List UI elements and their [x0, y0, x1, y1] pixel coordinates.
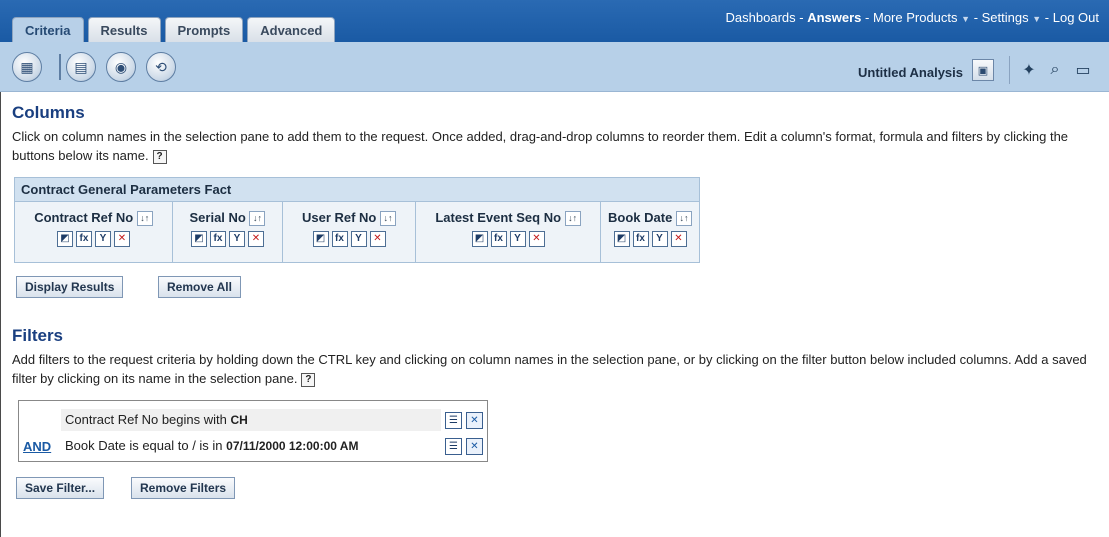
- formula-icon[interactable]: fx: [632, 231, 649, 248]
- column-cell[interactable]: Book Date ↓↑ ◩ fx Y ✕: [601, 202, 699, 262]
- help-icon[interactable]: ?: [152, 149, 167, 164]
- column-cell[interactable]: User Ref No ↓↑ ◩ fx Y ✕: [283, 202, 416, 262]
- filter-value: CH: [230, 413, 248, 427]
- caret-down-icon[interactable]: ▼: [1032, 14, 1041, 24]
- delete-icon[interactable]: ✕: [114, 231, 130, 248]
- global-nav: Dashboards - Answers - More Products ▼ -…: [726, 10, 1099, 25]
- filter-row: Contract Ref No begins with CH ☰ ✕: [23, 409, 483, 431]
- columns-title: Columns: [12, 103, 85, 122]
- filter-icon[interactable]: Y: [350, 231, 367, 248]
- formula-icon[interactable]: fx: [210, 231, 226, 248]
- open-icon[interactable]: ⌕: [1044, 59, 1066, 81]
- sort-icon[interactable]: ↓↑: [564, 211, 581, 227]
- nav-logout[interactable]: Log Out: [1053, 10, 1099, 25]
- column-name[interactable]: Latest Event Seq No: [435, 210, 561, 225]
- nav-separator: -: [970, 10, 982, 25]
- filter-condition: Contract Ref No begins with: [65, 412, 231, 427]
- delete-icon[interactable]: ✕: [248, 231, 264, 248]
- tab-strip: Criteria Results Prompts Advanced: [12, 17, 336, 42]
- formula-icon[interactable]: fx: [331, 231, 348, 248]
- tab-prompts[interactable]: Prompts: [164, 17, 244, 42]
- column-name[interactable]: Contract Ref No: [34, 210, 133, 225]
- remove-filters-button[interactable]: Remove Filters: [131, 477, 236, 499]
- columns-row: Contract Ref No ↓↑ ◩ fx Y ✕ Serial No ↓↑ ◩ f…: [15, 202, 699, 262]
- disk-icon[interactable]: ◉: [106, 52, 136, 82]
- filter-icon[interactable]: Y: [229, 231, 245, 248]
- edit-filter-icon[interactable]: ☰: [445, 437, 462, 455]
- filter-row: AND Book Date is equal to / is in 07/11/…: [23, 435, 483, 457]
- filter-text[interactable]: Contract Ref No begins with CH: [61, 409, 441, 431]
- new-icon[interactable]: ✦: [1018, 59, 1040, 81]
- sort-icon[interactable]: ↓↑: [136, 211, 153, 227]
- save-filter-button[interactable]: Save Filter...: [16, 477, 105, 499]
- filters-description-text: Add filters to the request criteria by h…: [12, 352, 1087, 386]
- columns-description: Click on column names in the selection p…: [12, 127, 1102, 165]
- filter-value: 07/11/2000 12:00:00 AM: [226, 439, 359, 453]
- columns-table: Contract General Parameters Fact Contrac…: [14, 177, 700, 263]
- nav-separator: -: [795, 10, 808, 25]
- display-results-button[interactable]: Display Results: [16, 276, 124, 298]
- column-name[interactable]: Book Date: [608, 210, 672, 225]
- preview-icon[interactable]: ▣: [972, 59, 994, 81]
- sort-icon[interactable]: ↓↑: [380, 211, 397, 227]
- filters-description: Add filters to the request criteria by h…: [12, 350, 1102, 388]
- save-icon[interactable]: ▭: [1072, 59, 1094, 81]
- delete-icon[interactable]: ✕: [369, 231, 386, 248]
- format-icon[interactable]: ◩: [57, 231, 73, 248]
- filter-icon[interactable]: Y: [651, 231, 668, 248]
- format-icon[interactable]: ◩: [191, 231, 207, 248]
- chart-icon[interactable]: ▦: [12, 52, 42, 82]
- edit-filter-icon[interactable]: ☰: [445, 411, 462, 429]
- column-cell[interactable]: Latest Event Seq No ↓↑ ◩ fx Y ✕: [416, 202, 601, 262]
- remove-all-button[interactable]: Remove All: [158, 276, 241, 298]
- toolbar: ▦ ▤ ◉ ⟲ Untitled Analysis ▣ ✦ ⌕ ▭: [0, 42, 1109, 92]
- analysis-title: Untitled Analysis: [858, 65, 963, 80]
- filters-list: Contract Ref No begins with CH ☰ ✕ AND B…: [18, 400, 488, 462]
- column-name[interactable]: Serial No: [190, 210, 246, 225]
- sort-icon[interactable]: ↓↑: [675, 211, 692, 227]
- delete-icon[interactable]: ✕: [466, 437, 483, 455]
- nav-separator: -: [1041, 10, 1053, 25]
- filters-title: Filters: [12, 326, 64, 345]
- format-icon[interactable]: ◩: [312, 231, 329, 248]
- delete-icon[interactable]: ✕: [466, 411, 483, 429]
- columns-description-text: Click on column names in the selection p…: [12, 129, 1069, 163]
- sort-icon[interactable]: ↓↑: [249, 211, 266, 227]
- format-icon[interactable]: ◩: [471, 231, 488, 248]
- format-icon[interactable]: ◩: [613, 231, 630, 248]
- refresh-icon[interactable]: ⟲: [146, 52, 176, 82]
- delete-icon[interactable]: ✕: [528, 231, 545, 248]
- nav-settings[interactable]: Settings: [982, 10, 1029, 25]
- table-view-icon[interactable]: ▤: [66, 52, 96, 82]
- nav-separator: -: [861, 10, 873, 25]
- column-name[interactable]: User Ref No: [302, 210, 376, 225]
- filter-text[interactable]: Book Date is equal to / is in 07/11/2000…: [61, 435, 441, 457]
- tab-criteria[interactable]: Criteria: [12, 17, 84, 42]
- column-cell[interactable]: Serial No ↓↑ ◩ fx Y ✕: [173, 202, 283, 262]
- delete-icon[interactable]: ✕: [670, 231, 687, 248]
- formula-icon[interactable]: fx: [76, 231, 92, 248]
- filter-icon[interactable]: Y: [509, 231, 526, 248]
- columns-table-header: Contract General Parameters Fact: [15, 178, 699, 202]
- column-cell[interactable]: Contract Ref No ↓↑ ◩ fx Y ✕: [15, 202, 173, 262]
- tab-advanced[interactable]: Advanced: [247, 17, 336, 42]
- top-header: Criteria Results Prompts Advanced Dashbo…: [0, 0, 1109, 42]
- tab-results[interactable]: Results: [87, 17, 161, 42]
- nav-answers[interactable]: Answers: [807, 10, 861, 25]
- help-icon[interactable]: ?: [301, 372, 316, 387]
- nav-more-products[interactable]: More Products: [873, 10, 958, 25]
- toolbar-divider: [1009, 56, 1010, 84]
- filter-operator[interactable]: AND: [23, 439, 61, 454]
- caret-down-icon[interactable]: ▼: [961, 14, 970, 24]
- toolbar-divider: [59, 54, 61, 80]
- formula-icon[interactable]: fx: [490, 231, 507, 248]
- filter-condition: Book Date is equal to / is in: [65, 438, 227, 453]
- nav-dashboards[interactable]: Dashboards: [726, 10, 796, 25]
- filter-icon[interactable]: Y: [95, 231, 111, 248]
